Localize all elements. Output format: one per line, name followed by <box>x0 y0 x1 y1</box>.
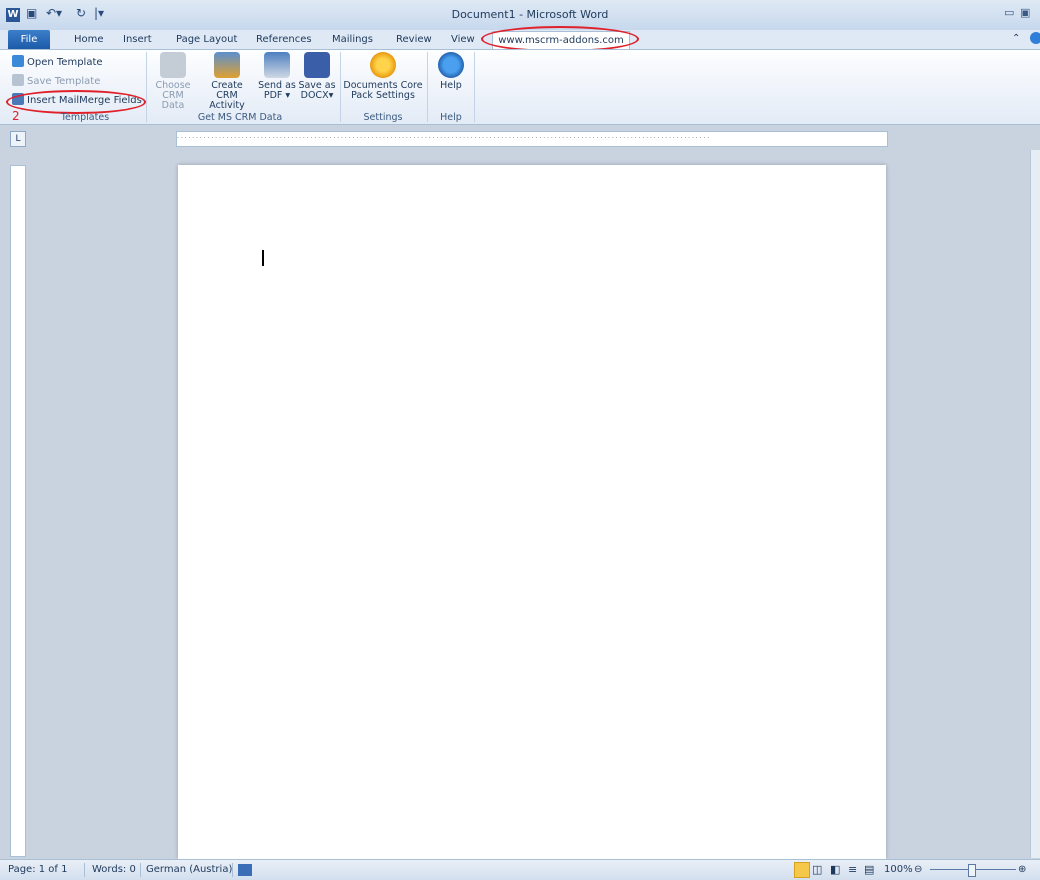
horizontal-ruler[interactable]: · · · · · · · · · · · · · · · · · · · · … <box>176 131 888 147</box>
create-crm-activity-label-2: Activity <box>209 100 245 111</box>
create-crm-activity-label-1: Create CRM <box>211 80 243 101</box>
group-label-help: Help <box>440 112 462 123</box>
gear-icon <box>370 52 396 78</box>
tab-mailings[interactable]: Mailings <box>332 32 373 47</box>
group-label-get-ms-crm-data: Get MS CRM Data <box>197 112 283 123</box>
send-as-pdf-label-2: PDF ▾ <box>263 90 291 101</box>
save-template-label: Save Template <box>27 76 101 87</box>
annotation-ellipse-2 <box>6 90 146 114</box>
minimize-icon[interactable]: ▭ <box>1004 6 1014 19</box>
redo-icon[interactable]: ↻ <box>76 6 86 22</box>
send-as-pdf-button[interactable]: Send as PDF ▾ <box>257 52 297 101</box>
floppy-disk-icon <box>304 52 330 78</box>
help-button[interactable]: Help <box>432 52 470 91</box>
vertical-ruler[interactable] <box>10 165 26 857</box>
zoom-out-icon[interactable]: ⊖ <box>914 860 922 880</box>
status-language[interactable]: German (Austria) <box>146 860 232 880</box>
group-separator <box>340 52 341 122</box>
open-template-button[interactable]: Open Template <box>12 55 103 71</box>
save-template-icon <box>12 74 24 86</box>
undo-icon[interactable]: ↶▾ <box>46 6 62 22</box>
save-template-button[interactable]: Save Template <box>12 74 100 90</box>
full-screen-reading-icon[interactable]: ◫ <box>812 860 822 880</box>
status-separator <box>84 863 85 877</box>
documents-core-pack-settings-button[interactable]: Documents Core Pack Settings <box>343 52 423 101</box>
group-separator <box>474 52 475 122</box>
status-separator <box>232 863 233 877</box>
group-label-templates: Templates <box>60 112 110 123</box>
window-title: Document1 - Microsoft Word <box>451 8 609 21</box>
tab-selector-button[interactable]: L <box>10 131 26 147</box>
status-bar: Page: 1 of 1 Words: 0 German (Austria) ◫… <box>0 859 1040 880</box>
word-icon[interactable]: W <box>6 6 20 22</box>
minimize-ribbon-icon[interactable]: ⌃ <box>1012 33 1020 44</box>
question-mark-icon <box>438 52 464 78</box>
zoom-slider-handle[interactable] <box>968 864 976 877</box>
print-layout-view-icon[interactable] <box>794 862 810 878</box>
choose-crm-data-label-2: CRM Data <box>161 90 185 111</box>
tab-view[interactable]: View <box>451 32 475 47</box>
zoom-level[interactable]: 100% <box>884 860 913 880</box>
help-label: Help <box>440 80 462 91</box>
draft-view-icon[interactable]: ▤ <box>864 860 874 880</box>
customize-qat-icon[interactable]: |▾ <box>94 6 104 22</box>
create-crm-activity-icon <box>214 52 240 78</box>
maximize-icon[interactable]: ▣ <box>1020 6 1030 19</box>
group-separator <box>146 52 147 122</box>
document-page[interactable] <box>178 165 886 859</box>
settings-label-2: Pack Settings <box>351 90 415 101</box>
choose-crm-data-button[interactable]: Choose CRM Data <box>150 52 196 111</box>
tab-file[interactable]: File <box>8 30 50 49</box>
group-label-settings: Settings <box>363 112 403 123</box>
tab-references[interactable]: References <box>256 32 312 47</box>
open-template-icon <box>12 55 24 67</box>
tab-review[interactable]: Review <box>396 32 432 47</box>
choose-crm-data-icon <box>160 52 186 78</box>
save-icon[interactable]: ▣ <box>26 6 37 22</box>
status-page[interactable]: Page: 1 of 1 <box>8 860 67 880</box>
vertical-scrollbar[interactable] <box>1030 150 1040 858</box>
status-separator <box>140 863 141 877</box>
group-separator <box>427 52 428 122</box>
open-template-label: Open Template <box>27 57 103 68</box>
annotation-callout-2: 2 <box>12 109 20 123</box>
outline-view-icon[interactable]: ≡ <box>848 860 857 880</box>
pdf-icon <box>264 52 290 78</box>
save-as-docx-button[interactable]: Save as DOCX▾ <box>297 52 337 101</box>
create-crm-activity-button[interactable]: Create CRM Activity <box>199 52 255 111</box>
web-layout-icon[interactable]: ◧ <box>830 860 840 880</box>
tab-page-layout[interactable]: Page Layout <box>176 32 237 47</box>
text-cursor <box>262 250 264 266</box>
status-words[interactable]: Words: 0 <box>92 860 136 880</box>
save-as-docx-label-2: DOCX▾ <box>300 90 334 101</box>
macro-recording-icon[interactable] <box>238 864 252 876</box>
help-icon[interactable] <box>1030 32 1040 44</box>
tab-insert[interactable]: Insert <box>123 32 152 47</box>
zoom-in-icon[interactable]: ⊕ <box>1018 860 1026 880</box>
tab-home[interactable]: Home <box>74 32 104 47</box>
